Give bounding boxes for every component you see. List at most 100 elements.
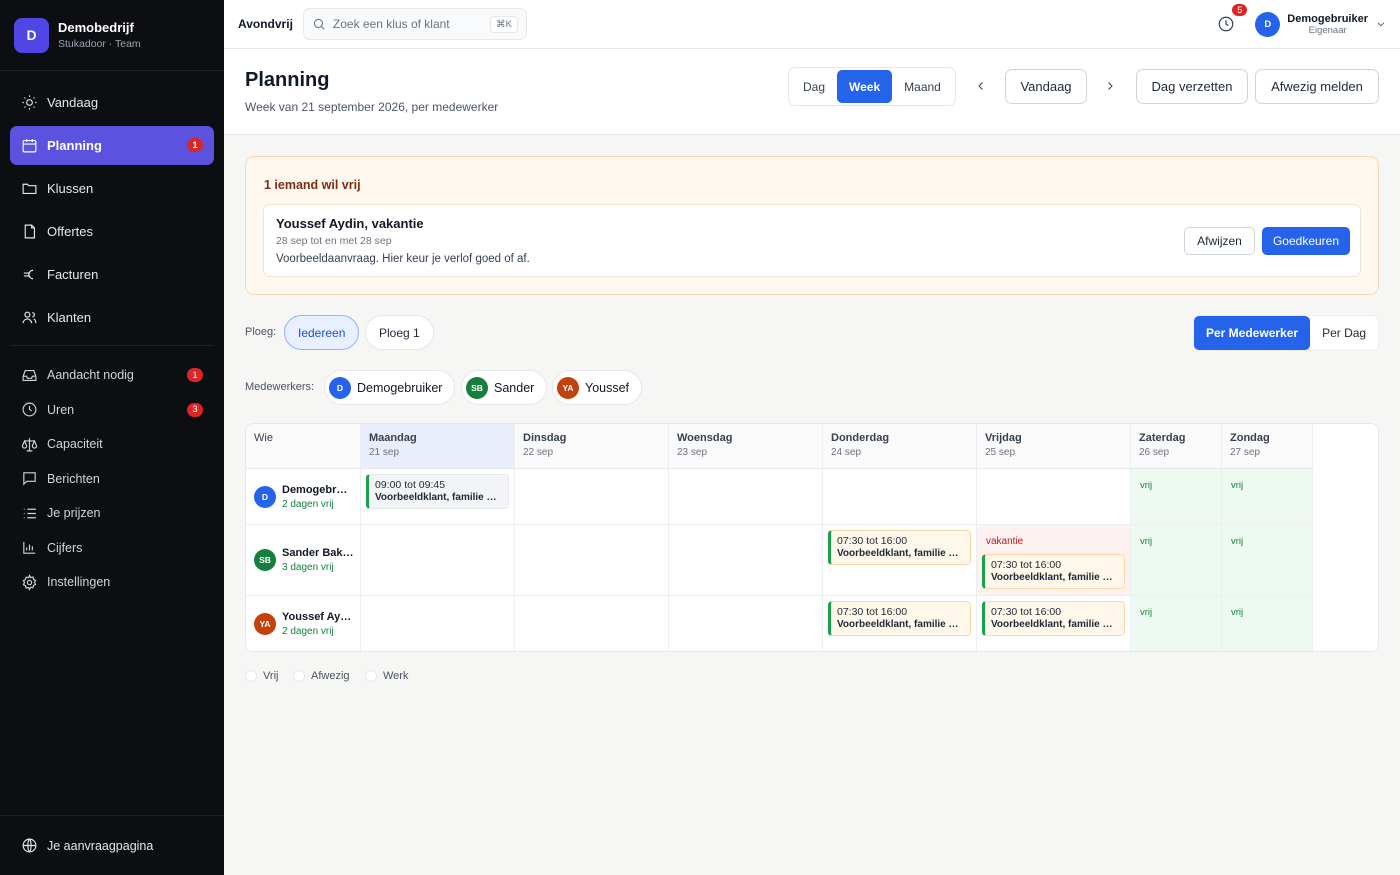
sidebar-item-je-prijzen[interactable]: Je prijzen bbox=[10, 498, 214, 528]
schedule-cell[interactable] bbox=[361, 596, 515, 651]
day-date: 21 sep bbox=[369, 447, 400, 458]
schedule-cell[interactable]: 07:30 tot 16:00 Voorbeeldklant, familie D… bbox=[823, 596, 977, 651]
free-label: vrij bbox=[1140, 536, 1153, 547]
user-menu[interactable]: D Demogebruiker Eigenaar bbox=[1255, 11, 1386, 37]
schedule-cell[interactable] bbox=[669, 469, 823, 525]
shift-client: Voorbeeldklant, familie De Vries bbox=[837, 619, 964, 630]
schedule-cell[interactable]: vakantie 07:30 tot 16:00 Voorbeeldklant, f… bbox=[977, 525, 1131, 596]
schedule-cell[interactable]: vrij bbox=[1131, 596, 1222, 651]
count-badge: 3 bbox=[187, 402, 203, 417]
employee-filter-demogebruiker[interactable]: D Demogebruiker bbox=[324, 370, 456, 405]
employee-filter-youssef[interactable]: YA Youssef bbox=[552, 370, 643, 405]
reject-button[interactable]: Afwijzen bbox=[1184, 227, 1255, 255]
schedule-cell[interactable] bbox=[515, 469, 669, 525]
employee-free-days: 2 dagen vrij bbox=[282, 625, 334, 637]
schedule-cell[interactable] bbox=[977, 469, 1131, 525]
next-button[interactable] bbox=[1100, 76, 1120, 96]
day-date: 23 sep bbox=[677, 447, 708, 458]
crew-filter-all[interactable]: Iedereen bbox=[284, 315, 360, 350]
day-column-header: Zaterdag 26 sep bbox=[1131, 424, 1222, 469]
day-date: 24 sep bbox=[831, 447, 862, 458]
shift-block[interactable]: 07:30 tot 16:00 Voorbeeldklant, familie D… bbox=[982, 554, 1125, 589]
sidebar-item-klanten[interactable]: Klanten bbox=[10, 298, 214, 337]
view-dag-button[interactable]: Dag bbox=[791, 70, 837, 103]
sidebar-item-planning[interactable]: Planning 1 bbox=[10, 126, 214, 165]
notifications-button[interactable]: 5 bbox=[1213, 4, 1248, 37]
schedule-cell[interactable] bbox=[669, 596, 823, 651]
schedule-cell[interactable]: vrij bbox=[1222, 596, 1313, 651]
crew-filter-ploeg-1[interactable]: Ploeg 1 bbox=[365, 315, 434, 350]
employee-row-header[interactable]: SB Sander Bakker 3 dagen vrij bbox=[246, 525, 361, 596]
sidebar-item-cijfers[interactable]: Cijfers bbox=[10, 533, 214, 563]
sidebar-item-facturen[interactable]: Facturen bbox=[10, 255, 214, 294]
free-label: vrij bbox=[1231, 536, 1244, 547]
shift-block[interactable]: 07:30 tot 16:00 Voorbeeldklant, familie D… bbox=[828, 601, 971, 636]
schedule-cell[interactable] bbox=[361, 525, 515, 596]
day-name: Zaterdag bbox=[1139, 432, 1186, 444]
clock-icon bbox=[20, 401, 38, 419]
shift-time: 07:30 tot 16:00 bbox=[991, 559, 1062, 571]
chevron-right-icon bbox=[1108, 82, 1113, 90]
report-absent-button[interactable]: Afwezig melden bbox=[1255, 69, 1379, 104]
sidebar-item-label: Facturen bbox=[47, 267, 99, 282]
brand[interactable]: D Demobedrijf Stukadoor · Team bbox=[0, 0, 224, 71]
sidebar-item-label: Cijfers bbox=[47, 540, 83, 555]
employee-row-header[interactable]: D Demogebruiker 2 dagen vrij bbox=[246, 469, 361, 525]
sidebar-item-label: Planning bbox=[47, 138, 102, 153]
legend-absent-swatch bbox=[293, 670, 305, 682]
avatar: SB bbox=[466, 376, 488, 399]
user-role: Eigenaar bbox=[1308, 24, 1347, 36]
schedule-cell[interactable]: vrij bbox=[1222, 525, 1313, 596]
day-name: Vrijdag bbox=[985, 432, 1022, 444]
sidebar-item-label: Capaciteit bbox=[47, 437, 103, 451]
topbar: Avondvrij Zoek een klus of klant ⌘K 5 D … bbox=[224, 0, 1400, 49]
approve-button[interactable]: Goedkeuren bbox=[1262, 227, 1350, 255]
leave-request-card: Youssef Aydin, vakantie 28 sep tot en me… bbox=[263, 204, 1361, 277]
sidebar-item-uren[interactable]: Uren 3 bbox=[10, 395, 214, 425]
sidebar-item-berichten[interactable]: Berichten bbox=[10, 464, 214, 494]
shift-block[interactable]: 07:30 tot 16:00 Voorbeeldklant, familie D… bbox=[828, 530, 971, 565]
search-input[interactable]: Zoek een klus of klant ⌘K bbox=[302, 8, 527, 40]
search-shortcut: ⌘K bbox=[490, 15, 518, 33]
sidebar-item-aandacht-nodig[interactable]: Aandacht nodig 1 bbox=[10, 360, 214, 390]
view-per-day[interactable]: Per Dag bbox=[1310, 316, 1378, 350]
schedule-cell[interactable] bbox=[515, 596, 669, 651]
schedule-cell[interactable]: 09:00 tot 09:45 Voorbeeldklant, familie D… bbox=[361, 469, 515, 525]
schedule-cell[interactable]: vrij bbox=[1222, 469, 1313, 525]
employee-row-header[interactable]: YA Youssef Aydin 2 dagen vrij bbox=[246, 596, 361, 651]
today-button[interactable]: Vandaag bbox=[1005, 69, 1087, 104]
sidebar-item-label: Uren bbox=[47, 402, 75, 417]
scale-icon bbox=[20, 435, 38, 453]
employee-filter-sander[interactable]: SB Sander bbox=[461, 370, 548, 405]
sidebar: D Demobedrijf Stukadoor · Team Vandaag Pl… bbox=[0, 0, 224, 875]
search-icon bbox=[313, 18, 325, 30]
sidebar-item-klussen[interactable]: Klussen bbox=[10, 169, 214, 208]
shift-block[interactable]: 09:00 tot 09:45 Voorbeeldklant, familie D… bbox=[366, 474, 509, 509]
schedule-cell[interactable] bbox=[669, 525, 823, 596]
day-name: Donderdag bbox=[831, 432, 890, 444]
legend-free-label: Vrij bbox=[263, 670, 279, 682]
view-week-button[interactable]: Week bbox=[837, 70, 893, 103]
schedule-cell[interactable]: 07:30 tot 16:00 Voorbeeldklant, familie D… bbox=[977, 596, 1131, 651]
schedule-cell[interactable]: vrij bbox=[1131, 469, 1222, 525]
schedule-cell[interactable] bbox=[823, 469, 977, 525]
sidebar-item-request-page[interactable]: Je aanvraagpagina bbox=[10, 826, 214, 865]
shift-block[interactable]: 07:30 tot 16:00 Voorbeeldklant, familie D… bbox=[982, 601, 1125, 636]
chevron-down-icon bbox=[1377, 22, 1385, 27]
chevron-left-icon bbox=[978, 82, 983, 90]
sidebar-item-vandaag[interactable]: Vandaag bbox=[10, 83, 214, 122]
shift-client: Voorbeeldklant, familie De Vries bbox=[837, 548, 964, 559]
page-title: Planning bbox=[245, 69, 330, 91]
schedule-cell[interactable]: vrij bbox=[1131, 525, 1222, 596]
move-day-button[interactable]: Dag verzetten bbox=[1136, 69, 1248, 104]
count-badge: 1 bbox=[187, 368, 203, 382]
view-per-employee[interactable]: Per Medewerker bbox=[1194, 316, 1311, 350]
schedule-cell[interactable] bbox=[515, 525, 669, 596]
view-maand-button[interactable]: Maand bbox=[892, 70, 953, 103]
who-header-label: Wie bbox=[254, 432, 273, 444]
sidebar-item-instellingen[interactable]: Instellingen bbox=[10, 567, 214, 597]
schedule-cell[interactable]: 07:30 tot 16:00 Voorbeeldklant, familie D… bbox=[823, 525, 977, 596]
sidebar-item-capaciteit[interactable]: Capaciteit bbox=[10, 429, 214, 459]
sidebar-item-offertes[interactable]: Offertes bbox=[10, 212, 214, 251]
previous-button[interactable] bbox=[971, 76, 991, 96]
